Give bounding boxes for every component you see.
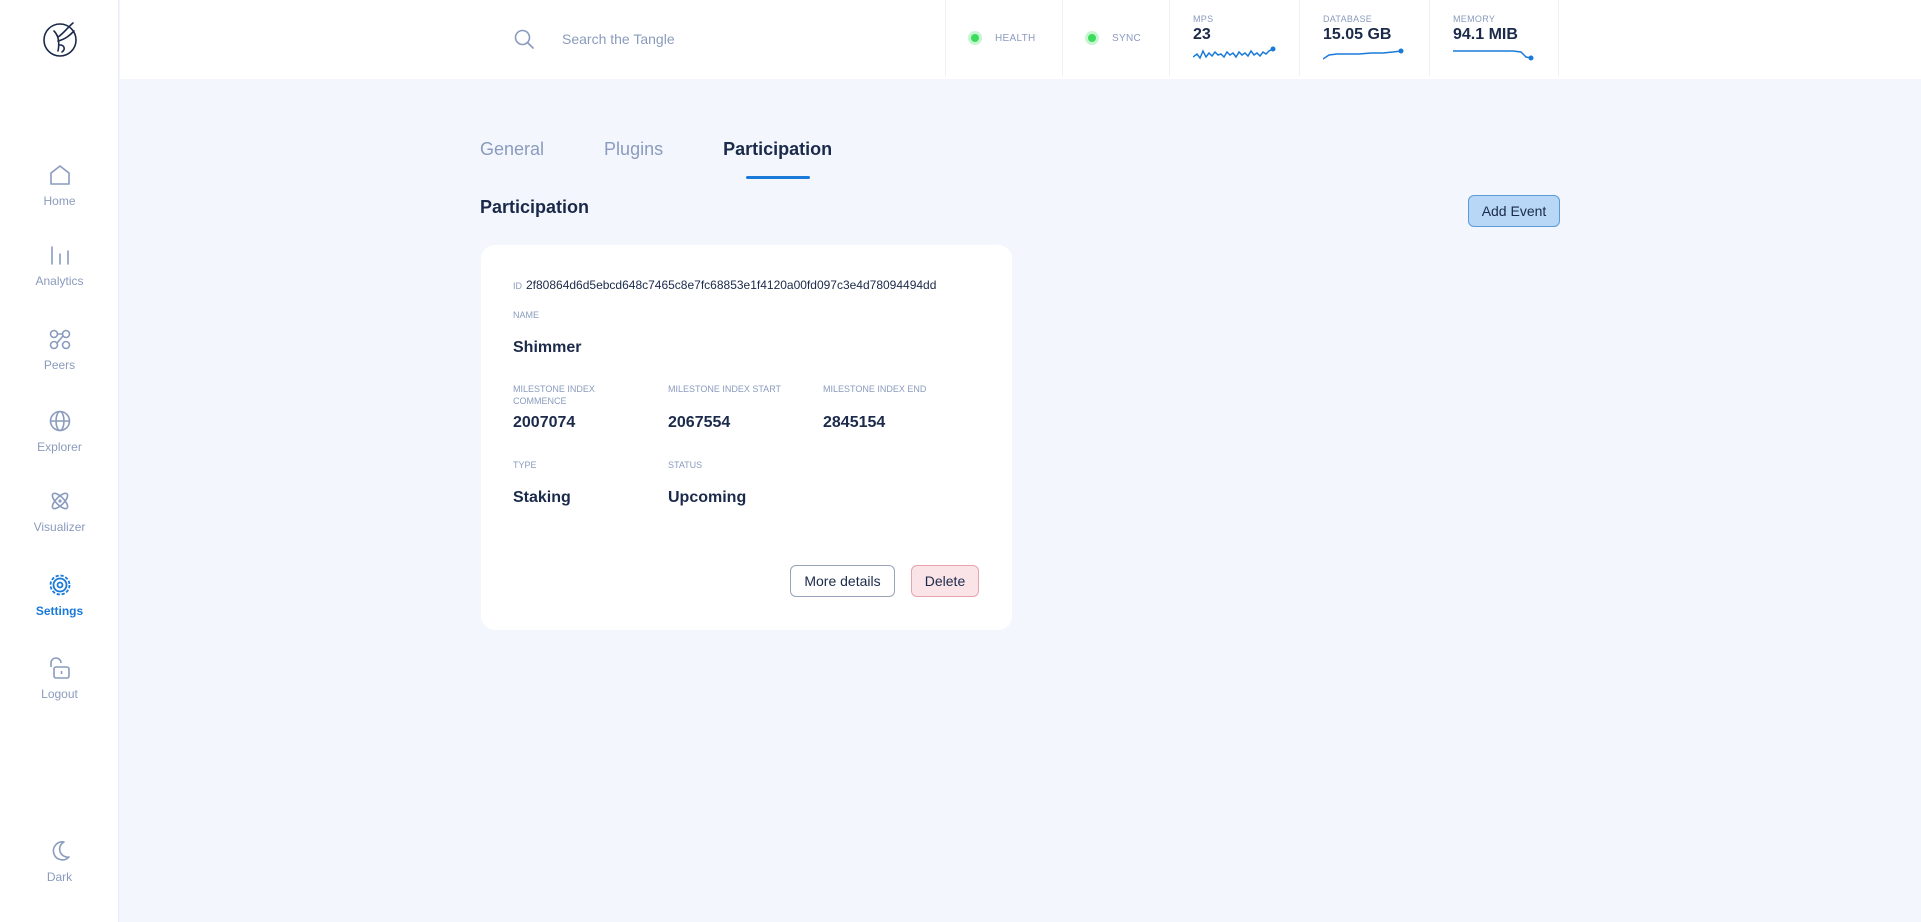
page-title: Participation (480, 197, 590, 217)
start-value: 2067554 (668, 414, 731, 431)
event-card: ID 2f80864d6d5ebcd648c7465c8e7fc68853e1f4… (481, 245, 1012, 630)
delete-button[interactable]: Delete (911, 565, 979, 597)
memory-value: 94.1 MIB (1453, 26, 1518, 43)
type-value: Staking (513, 489, 571, 506)
sidebar-item-label: Settings (35, 604, 84, 618)
sidebar-item-peers[interactable]: Peers (0, 326, 119, 372)
event-name-label: NAME (513, 310, 540, 320)
theme-toggle[interactable]: Dark (0, 838, 119, 884)
sidebar-item-label: Visualizer (33, 520, 86, 534)
memory-sparkline (1453, 50, 1534, 61)
database-stat: DATABASE 15.05 GB (1299, 0, 1429, 76)
analytics-icon (50, 246, 69, 265)
mps-label: MPS (1193, 14, 1214, 24)
sidebar-item-explorer[interactable]: Explorer (0, 408, 119, 454)
status-label: STATUS (668, 460, 703, 470)
lock-icon (49, 657, 70, 679)
sync-label: SYNC (1112, 32, 1141, 44)
atom-icon (51, 492, 68, 510)
memory-stat: MEMORY 94.1 MIB (1429, 0, 1559, 76)
sync-indicator (1085, 31, 1099, 45)
hornet-logo-icon[interactable] (40, 19, 80, 59)
sidebar-item-label: Home (43, 194, 76, 208)
event-name-value: Shimmer (513, 339, 582, 356)
settings-tabs: General Plugins Participation (480, 139, 892, 179)
peers-icon (49, 329, 70, 350)
event-id-value: 2f80864d6d5ebcd648c7465c8e7fc68853e1f412… (526, 278, 937, 292)
end-value: 2845154 (823, 414, 886, 431)
home-icon (49, 165, 70, 185)
search-input[interactable] (562, 31, 902, 47)
search-bar (513, 20, 933, 58)
event-id-label: ID (513, 281, 522, 291)
start-label: MILESTONE INDEX START (668, 384, 782, 394)
more-details-button[interactable]: More details (790, 565, 895, 597)
theme-toggle-label: Dark (46, 870, 73, 884)
memory-label: MEMORY (1453, 14, 1496, 24)
tab-plugins[interactable]: Plugins (604, 139, 663, 179)
health-status: HEALTH (945, 0, 1062, 76)
health-label: HEALTH (995, 32, 1036, 44)
sidebar-item-visualizer[interactable]: Visualizer (0, 488, 119, 534)
database-value: 15.05 GB (1323, 26, 1392, 43)
mps-value: 23 (1193, 26, 1211, 43)
gear-icon (49, 574, 70, 596)
sidebar-item-logout[interactable]: Logout (0, 655, 119, 701)
sidebar-item-home[interactable]: Home (0, 162, 119, 208)
commence-label: MILESTONE INDEX COMMENCE (513, 384, 595, 406)
end-label: MILESTONE INDEX END (823, 384, 927, 394)
type-label: TYPE (513, 460, 537, 470)
sidebar-item-label: Logout (41, 687, 78, 701)
sidebar-item-analytics[interactable]: Analytics (0, 242, 119, 288)
tab-general[interactable]: General (480, 139, 544, 179)
commence-value: 2007074 (513, 414, 576, 431)
status-value: Upcoming (668, 489, 747, 506)
sidebar-item-settings[interactable]: Settings (0, 572, 119, 618)
sidebar-item-label: Peers (43, 358, 76, 372)
database-sparkline (1323, 48, 1404, 60)
search-icon[interactable] (513, 28, 535, 50)
health-indicator (968, 31, 982, 45)
database-label: DATABASE (1323, 14, 1373, 24)
event-id: ID 2f80864d6d5ebcd648c7465c8e7fc68853e1f4… (513, 278, 936, 292)
tab-participation[interactable]: Participation (723, 139, 832, 179)
mps-sparkline (1193, 46, 1276, 60)
add-event-button[interactable]: Add Event (1468, 195, 1560, 227)
sync-status: SYNC (1062, 0, 1169, 76)
sidebar: Home Analytics Peers Explorer Visualizer… (0, 0, 119, 922)
globe-icon (49, 410, 70, 432)
moon-icon (52, 841, 70, 861)
sidebar-item-label: Explorer (37, 440, 82, 454)
sidebar-item-label: Analytics (35, 274, 84, 288)
top-bar: HEALTH SYNC MPS 23 DATABASE 15.05 GB (120, 0, 1921, 79)
mps-stat: MPS 23 (1169, 0, 1299, 76)
